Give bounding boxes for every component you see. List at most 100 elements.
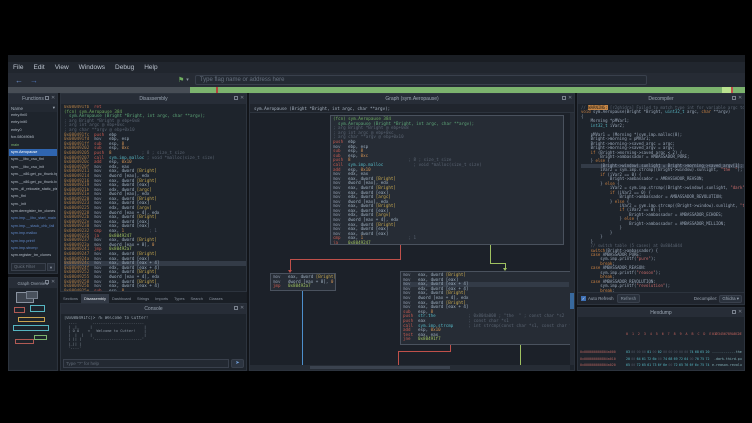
console-send-button[interactable]: ➤: [231, 359, 244, 368]
tab-search[interactable]: Search: [188, 294, 206, 303]
graph-overview-title-label: Graph Overview: [17, 281, 48, 286]
function-item[interactable]: sym._fini: [9, 193, 57, 200]
dock-float-button[interactable]: [732, 96, 736, 100]
edge-false: [290, 259, 401, 260]
dock-close-button[interactable]: ✕: [51, 280, 55, 284]
dock-close-button[interactable]: ✕: [568, 96, 572, 100]
decompiler-code[interactable]: // WARNING: [r2ghidra] Failed to match t…: [578, 104, 744, 292]
tab-disassembly[interactable]: Disassembly: [81, 294, 109, 303]
decompiler-select[interactable]: Ghidra ▾: [719, 295, 742, 303]
menu-item-edit[interactable]: Edit: [28, 64, 49, 71]
console-panel: Console ✕ [0x080491fc]> ?E Welcome to Cu…: [60, 303, 247, 371]
dock-close-button[interactable]: ✕: [51, 96, 55, 100]
functions-name-header[interactable]: Name ▾: [9, 104, 57, 112]
function-item[interactable]: sym.imp.__stack_chk_fail: [9, 223, 57, 230]
code-line[interactable]: void sym.Aeropause(Bright *Bright, uint3…: [581, 110, 744, 114]
scrollbar-thumb[interactable]: [570, 293, 574, 309]
hexdump-grid[interactable]: 0 1 2 3 4 5 6 7 8 9 A B C D E F 01234567…: [580, 319, 742, 369]
toolbar: ← → ⚑ ▾ Type flag name or address here: [8, 73, 745, 87]
graph-horizontal-scrollbar[interactable]: [250, 365, 570, 370]
filter-icon[interactable]: ▼: [47, 263, 55, 271]
flag-icon[interactable]: ⚑: [178, 76, 184, 84]
graph-node-true-branch[interactable]: moveax, dword [Bright]movdword [eax + 8]…: [270, 273, 336, 291]
disassembly-title-label: Disassembly: [139, 96, 167, 102]
dock-close-button[interactable]: ✕: [738, 310, 742, 314]
tab-types[interactable]: Types: [171, 294, 187, 303]
refresh-button[interactable]: Refresh: [617, 294, 640, 303]
function-item[interactable]: sym.imp.malloc: [9, 230, 57, 237]
function-item[interactable]: entry0: [9, 127, 57, 134]
chevron-down-icon[interactable]: ▾: [186, 77, 189, 83]
function-item[interactable]: sym.deregister_tm_clones: [9, 208, 57, 215]
function-item[interactable]: main: [9, 142, 57, 149]
code-line[interactable]: jmp0x80492a7: [273, 284, 333, 289]
dock-float-button[interactable]: [45, 96, 49, 100]
dock-float-button[interactable]: [234, 96, 238, 100]
function-item[interactable]: entry.init0: [9, 119, 57, 126]
dock-float-button[interactable]: [562, 96, 566, 100]
back-arrow-icon[interactable]: ←: [15, 76, 23, 85]
dock-close-button[interactable]: ✕: [240, 96, 244, 100]
menu-item-debug[interactable]: Debug: [110, 64, 139, 71]
chevron-down-icon: ▾: [737, 296, 739, 301]
edge-false: [398, 351, 451, 352]
edge-false: [398, 351, 399, 365]
dock-float-button[interactable]: [45, 280, 49, 284]
function-item[interactable]: sym.imp.printf: [9, 238, 57, 245]
edge-true: [490, 263, 506, 264]
function-item[interactable]: sym.__x86.get_pc_thunk.bp: [9, 171, 57, 178]
dock-float-button[interactable]: [732, 310, 736, 314]
function-item[interactable]: fcn.080490b5: [9, 134, 57, 141]
disassembly-panel: Disassembly ✕ 0x080491fbret(fcn) sym.Aer…: [60, 93, 247, 292]
dock-close-button[interactable]: ✕: [240, 306, 244, 310]
function-item[interactable]: entry.fini0: [9, 112, 57, 119]
function-item[interactable]: sym.imp.strcmp: [9, 245, 57, 252]
tab-classes[interactable]: Classes: [206, 294, 226, 303]
disassembly-listing[interactable]: 0x080491fbret(fcn) sym.Aeropause 384 sym…: [64, 105, 246, 291]
function-item[interactable]: sym._init: [9, 201, 57, 208]
tab-imports[interactable]: Imports: [152, 294, 171, 303]
menu-item-help[interactable]: Help: [139, 64, 162, 71]
edge-false-arrow: [288, 270, 292, 273]
dock-close-button[interactable]: ✕: [738, 96, 742, 100]
dock-float-button[interactable]: [234, 306, 238, 310]
code-line[interactable]: 0x0804925esubesp, 8: [64, 289, 246, 291]
quick-filter-row: Quick Filter ▼: [11, 263, 55, 271]
edge-true-arrow: [503, 268, 507, 271]
menu-item-view[interactable]: View: [50, 64, 74, 71]
function-item[interactable]: sym._dl_relocate_static_pie: [9, 186, 57, 193]
function-item[interactable]: sym.__libc_csu_init: [9, 164, 57, 171]
column-name-label: Name: [11, 106, 23, 111]
hexdump-panel: Hexdump ✕ 0 1 2 3 4 5 6 7 8 9 A B C D E …: [577, 307, 745, 371]
menu-item-file[interactable]: File: [8, 64, 28, 71]
console-ascii-art: .--. .----------------------. | _|_ | | …: [64, 321, 246, 350]
console-output: [0x080491fc]> ?E Welcome to Cutter! .--.…: [61, 314, 246, 350]
graph-canvas[interactable]: (fcn) sym.Aeropause 384 sym.Aeropause (B…: [250, 113, 570, 365]
code-line[interactable]: jne0x80491f7: [403, 337, 569, 342]
auto-refresh-label: Auto Refresh: [588, 296, 614, 301]
hexdump-row[interactable]: 0x000000000804a030696f6e006563686f657300…: [580, 368, 742, 369]
graph-node-false-branch[interactable]: moveax, dword [Bright]moveax, dword [eax…: [400, 271, 570, 345]
function-item[interactable]: sym.imp.__libc_start_main: [9, 215, 57, 222]
search-input[interactable]: Type flag name or address here: [195, 75, 647, 85]
function-item[interactable]: sym.register_tm_clones: [9, 252, 57, 259]
code-line[interactable]: ja0x8049247: [333, 241, 561, 245]
sort-caret-icon[interactable]: ▾: [53, 105, 55, 111]
graph-overview-minimap[interactable]: [10, 289, 56, 369]
graph-vertical-scrollbar[interactable]: [570, 113, 574, 365]
auto-refresh-checkbox[interactable]: ✓: [581, 296, 586, 301]
forward-arrow-icon[interactable]: →: [30, 76, 38, 85]
decompiler-title-label: Decompiler: [648, 96, 673, 102]
function-item[interactable]: sym.__libc_csu_fini: [9, 156, 57, 163]
graph-node-entry[interactable]: (fcn) sym.Aeropause 384 sym.Aeropause (B…: [330, 115, 564, 245]
function-item[interactable]: sym.Aeropause: [9, 149, 57, 156]
tab-strings[interactable]: Strings: [134, 294, 152, 303]
scrollbar-thumb[interactable]: [310, 366, 450, 369]
quick-filter-input[interactable]: Quick Filter: [11, 263, 46, 271]
menu-item-windows[interactable]: Windows: [74, 64, 110, 71]
tab-sections[interactable]: Sections: [60, 294, 81, 303]
console-input[interactable]: Type "?" for help: [63, 359, 229, 368]
tab-dashboard[interactable]: Dashboard: [109, 294, 134, 303]
function-item[interactable]: sym.__x86.get_pc_thunk.bx: [9, 179, 57, 186]
functions-title-label: Functions: [22, 96, 44, 102]
